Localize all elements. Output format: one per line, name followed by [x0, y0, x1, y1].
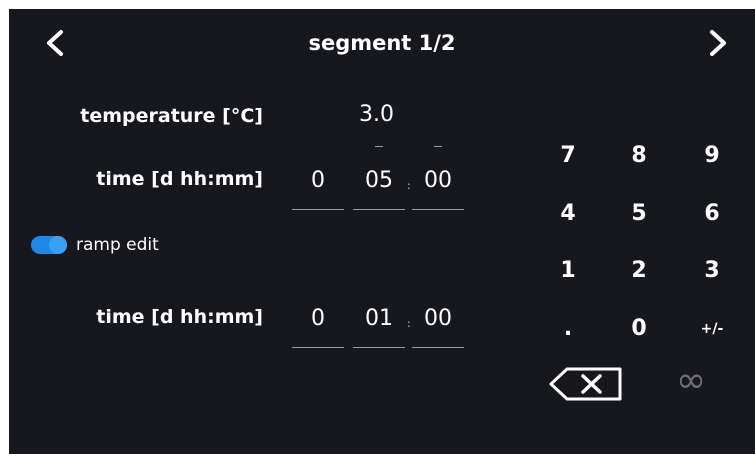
temperature-label: temperature [°C]: [80, 105, 263, 127]
key-4[interactable]: 4: [538, 192, 598, 236]
key-7[interactable]: 7: [538, 134, 598, 178]
time1-minutes-field[interactable]: 00: [412, 146, 464, 210]
key-8[interactable]: 8: [609, 134, 669, 178]
time2-days-field[interactable]: 0: [292, 290, 344, 348]
field-underline: [412, 347, 464, 348]
backspace-button[interactable]: [549, 367, 623, 401]
time1-days-field[interactable]: 0: [292, 152, 344, 210]
time2-days-value: 0: [311, 306, 325, 331]
time2-minutes-value: 00: [424, 306, 452, 331]
key-decimal[interactable]: .: [538, 307, 598, 351]
backspace-icon: [549, 367, 622, 401]
key-5[interactable]: 5: [609, 192, 669, 236]
key-0[interactable]: 0: [609, 307, 669, 351]
field-tick: [375, 146, 383, 147]
page-title: segment 1/2: [308, 31, 456, 55]
ramp-time-label: time [d hh:mm]: [96, 306, 263, 328]
key-9[interactable]: 9: [682, 134, 742, 178]
ramp-edit-label: ramp edit: [76, 235, 159, 255]
time-separator: :: [407, 179, 411, 192]
time-separator: :: [407, 317, 411, 330]
temperature-value[interactable]: 3.0: [359, 102, 394, 127]
time1-hours-value: 05: [365, 168, 393, 193]
time2-hours-field[interactable]: 01: [353, 290, 405, 348]
ramp-edit-toggle[interactable]: [31, 236, 67, 254]
time-label: time [d hh:mm]: [96, 168, 263, 190]
toggle-knob: [49, 236, 67, 254]
infinity-button[interactable]: ∞: [661, 359, 721, 403]
field-underline: [353, 347, 405, 348]
chevron-right-icon: [710, 30, 726, 56]
time1-minutes-value: 00: [424, 168, 452, 193]
key-plus-minus[interactable]: +/-: [682, 307, 742, 351]
key-3[interactable]: 3: [682, 249, 742, 293]
time2-minutes-field[interactable]: 00: [412, 290, 464, 348]
field-tick: [434, 146, 442, 147]
field-underline: [292, 209, 344, 210]
field-underline: [412, 209, 464, 210]
field-underline: [353, 209, 405, 210]
key-2[interactable]: 2: [609, 249, 669, 293]
next-segment-button[interactable]: [702, 28, 732, 58]
time2-hours-value: 01: [365, 306, 393, 331]
key-6[interactable]: 6: [682, 192, 742, 236]
key-1[interactable]: 1: [538, 249, 598, 293]
time1-hours-field[interactable]: 05: [353, 146, 405, 210]
field-underline: [292, 347, 344, 348]
time1-days-value: 0: [311, 168, 325, 193]
screen: segment 1/2 temperature [°C] 3.0 time [d…: [9, 9, 755, 454]
